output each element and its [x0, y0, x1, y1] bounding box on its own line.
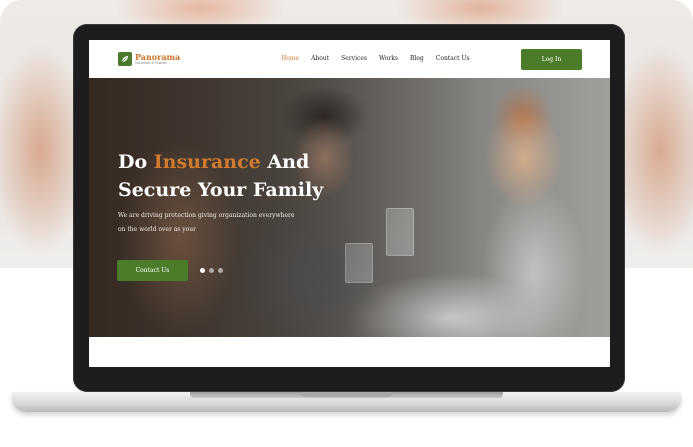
- preview-card: Panorama Insurance & Finance Home About …: [0, 0, 693, 447]
- main-menu: Home About Services Works Blog Contact U…: [281, 55, 482, 62]
- hero-subtitle-line2: on the world over as your: [118, 226, 197, 233]
- menu-item-about[interactable]: About: [311, 55, 329, 62]
- logo-tagline: Insurance & Finance: [135, 60, 168, 65]
- contact-us-button[interactable]: Contact Us: [117, 260, 188, 281]
- logo-name: Panorama: [135, 51, 181, 62]
- slider-dots: [200, 268, 223, 273]
- slider-dot[interactable]: [209, 268, 214, 273]
- menu-item-contact[interactable]: Contact Us: [436, 55, 470, 62]
- menu-item-services[interactable]: Services: [341, 55, 367, 62]
- hero-title-accent: Insurance: [153, 151, 261, 173]
- laptop-screen: Panorama Insurance & Finance Home About …: [89, 40, 610, 367]
- login-button[interactable]: Log In: [521, 49, 582, 70]
- laptop-notch: [300, 392, 393, 397]
- hero-overlay: [89, 78, 610, 337]
- hero-title-line2: Secure Your Family: [118, 179, 324, 201]
- hero-title: Do Insurance And Secure Your Family: [118, 148, 418, 204]
- hero-subtitle-line1: We are driving protection giving organiz…: [118, 212, 295, 219]
- site-logo[interactable]: Panorama Insurance & Finance: [118, 52, 180, 66]
- menu-item-works[interactable]: Works: [379, 55, 398, 62]
- hero-subtitle: We are driving protection giving organiz…: [118, 209, 378, 237]
- hero-title-part2: And: [260, 151, 310, 173]
- hero-banner: Do Insurance And Secure Your Family We a…: [89, 78, 610, 337]
- slider-dot[interactable]: [200, 268, 205, 273]
- site-navbar: Panorama Insurance & Finance Home About …: [89, 40, 610, 78]
- menu-item-home[interactable]: Home: [281, 55, 299, 62]
- slider-dot[interactable]: [218, 268, 223, 273]
- hero-title-part1: Do: [118, 151, 154, 173]
- page-section: [89, 337, 610, 367]
- leaf-icon: [118, 52, 132, 66]
- menu-item-blog[interactable]: Blog: [410, 55, 424, 62]
